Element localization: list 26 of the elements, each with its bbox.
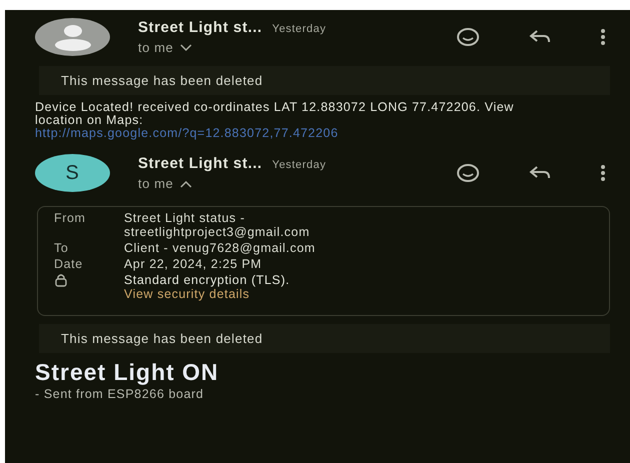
emoji-icon[interactable]	[456, 27, 480, 47]
message-body: Device Located! received co-ordinates LAT 12.883072 LONG 77.472206. View location on Maps: http://maps.google.com/?q=12.883072,77.472206	[35, 101, 515, 140]
maps-link[interactable]: http://maps.google.com/?q=12.883072,77.472206	[35, 126, 338, 140]
recipient-toggle[interactable]: to me	[138, 176, 192, 191]
avatar: S	[35, 154, 110, 192]
lock-icon	[54, 273, 68, 287]
signature-text: - Sent from ESP8266 board	[35, 387, 205, 401]
deleted-notice: This message has been deleted	[39, 66, 610, 95]
sender-name: Street Light st...	[138, 19, 262, 36]
detail-label: Date	[54, 257, 84, 271]
detail-label: From	[54, 211, 87, 227]
detail-label: To	[54, 241, 70, 255]
deleted-notice: This message has been deleted	[39, 324, 610, 353]
security-details-link[interactable]: View security details	[124, 287, 250, 301]
more-icon[interactable]	[600, 27, 606, 47]
message-time: Yesterday	[272, 23, 326, 35]
recipient-toggle[interactable]: to me	[138, 40, 192, 55]
detail-value: Client - venug7628@gmail.com	[124, 241, 316, 255]
detail-value: Street Light status - streetlightproject3@gmail.com	[124, 211, 311, 239]
encryption-text: Standard encryption (TLS).	[124, 273, 291, 287]
emoji-icon[interactable]	[456, 163, 480, 183]
detail-value: Apr 22, 2024, 2:25 PM	[124, 257, 263, 271]
more-icon[interactable]	[600, 163, 606, 183]
message-heading: Street Light ON	[35, 359, 220, 385]
message-time: Yesterday	[272, 159, 326, 171]
sender-name: Street Light st...	[138, 155, 262, 172]
